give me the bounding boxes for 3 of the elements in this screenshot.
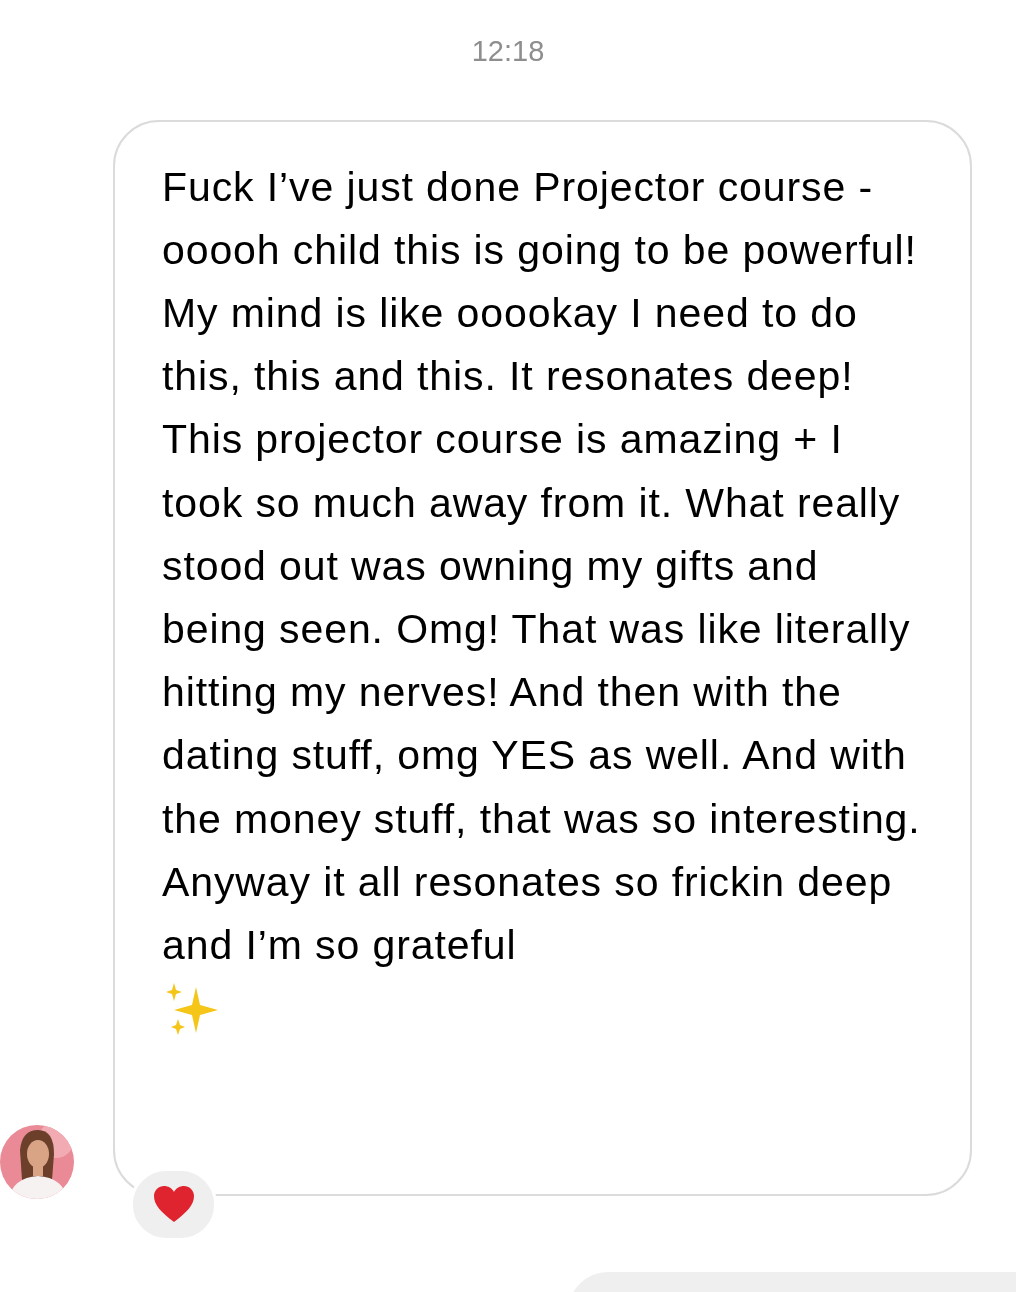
heart-icon — [152, 1185, 195, 1223]
message-text: Fuck I’ve just done Projector course - ooooh child this is going to be powerful! My mind is like ooookay I need to do this, this and this. It resonates deep! This projector course is amazing + I took so much away from it. What really stood out was owning my gifts and being seen. Omg! That was like literally hitting my nerves! And then with the dating stuff, omg YES as well. And with the money stuff, that was so interesting. Anyway it all resonates so frickin deep and I’m so grateful — [162, 162, 922, 970]
message-time: 12:18 — [471, 34, 545, 69]
